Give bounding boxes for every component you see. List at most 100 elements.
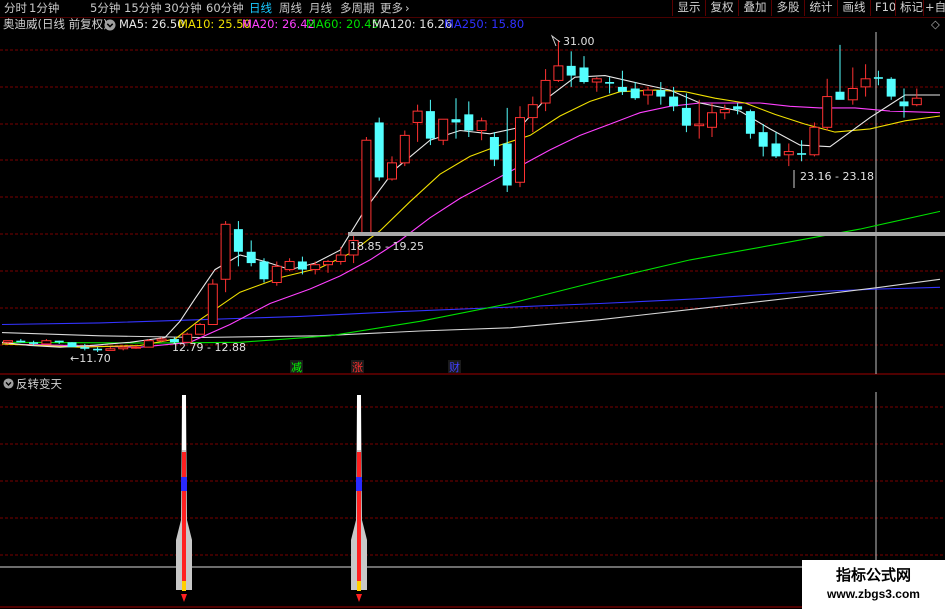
- ma20-label: MA20: 26.42: [242, 17, 315, 31]
- candle-body-down: [797, 153, 807, 155]
- candle: [797, 140, 807, 162]
- period-tab-weekly[interactable]: 周线: [279, 1, 302, 16]
- statistics-button[interactable]: 统计: [804, 0, 837, 16]
- candle: [694, 99, 705, 139]
- candle-body-down: [899, 101, 909, 107]
- candle: [566, 51, 576, 87]
- candle-body-up: [809, 126, 820, 156]
- signal-spike: [351, 395, 367, 602]
- high-label: 31.00: [563, 35, 595, 48]
- candle-body-up: [847, 87, 858, 101]
- period-tab-5min[interactable]: 5分钟: [90, 1, 120, 16]
- candle-body-down: [259, 261, 269, 280]
- candle-body-down: [502, 143, 512, 186]
- candle: [361, 136, 372, 235]
- candle-body-down: [656, 90, 666, 97]
- collapse-icon[interactable]: [104, 17, 116, 35]
- candle: [271, 261, 282, 286]
- diamond-icon[interactable]: ◇: [931, 17, 940, 32]
- candle: [886, 77, 896, 100]
- ma20-line: [1, 102, 941, 348]
- candle: [758, 124, 768, 157]
- chevron-right-icon[interactable]: ›: [405, 1, 410, 16]
- ma250-line: [1, 286, 941, 326]
- candle: [464, 101, 474, 137]
- multi-stock-button[interactable]: 多股: [771, 0, 804, 16]
- event-marker-2: 财: [449, 360, 460, 374]
- candle-body-down: [233, 229, 243, 252]
- candle: [745, 109, 755, 139]
- candle: [873, 70, 883, 86]
- event-marker-bg: [351, 360, 364, 373]
- circle-chevron-icon[interactable]: [3, 378, 14, 389]
- candle: [783, 143, 794, 167]
- period-toolbar: 分时 1分钟 5分钟 15分钟 30分钟 60分钟 日线 周线 月线 多周期 更…: [0, 0, 945, 18]
- circle-chevron-icon: [104, 19, 116, 31]
- candle: [540, 69, 551, 112]
- period-tab-15min[interactable]: 15分钟: [124, 1, 162, 16]
- candle-body-up: [105, 348, 116, 351]
- candle-body-down: [771, 143, 781, 157]
- period-tab-1min[interactable]: 1分钟: [29, 1, 59, 16]
- candle-body-up: [361, 139, 372, 235]
- watermark-title: 指标公式网: [835, 566, 911, 584]
- candle-body-up: [553, 65, 564, 81]
- candle-body-down: [169, 339, 179, 343]
- period-tab-60min[interactable]: 60分钟: [206, 1, 244, 16]
- candle-body-up: [822, 96, 833, 128]
- candle: [374, 117, 384, 181]
- spike-red-upper: [182, 452, 186, 477]
- candle-body-down: [425, 111, 435, 139]
- candle-body-down: [29, 342, 39, 344]
- period-tab-timeshare[interactable]: 分时: [4, 1, 27, 16]
- spike-blue: [181, 477, 187, 491]
- candle-body-down: [451, 119, 461, 123]
- period-tab-daily[interactable]: 日线: [249, 1, 272, 16]
- f10-button[interactable]: F10: [870, 0, 896, 16]
- spike-body: [351, 396, 367, 590]
- candle: [118, 345, 129, 351]
- spike-yellow: [182, 581, 186, 591]
- draw-line-button[interactable]: 画线: [837, 0, 870, 16]
- candle: [733, 103, 743, 115]
- candle: [438, 118, 449, 146]
- support-zone-bar: [348, 232, 945, 236]
- candle-body-up: [694, 123, 705, 127]
- candle: [502, 107, 512, 192]
- signal-spike: [176, 395, 192, 602]
- candle: [335, 246, 346, 265]
- chart-annotations: 31.00 18.85 - 19.25 23.16 - 23.18 12.79 - 1…: [70, 34, 945, 374]
- candle-body-down: [297, 261, 307, 270]
- zone-right-label: 23.16 - 23.18: [800, 170, 874, 183]
- display-button[interactable]: 显示: [672, 0, 705, 16]
- period-tab-30min[interactable]: 30分钟: [164, 1, 202, 16]
- candle: [41, 339, 52, 345]
- kline-chart: 31.00 18.85 - 19.25 23.16 - 23.18 12.79 - 1…: [0, 32, 945, 609]
- candle-body-up: [527, 104, 538, 119]
- ma60-line: [1, 210, 941, 344]
- period-tab-monthly[interactable]: 月线: [309, 1, 332, 16]
- period-tab-multi[interactable]: 多周期: [340, 1, 375, 16]
- period-tab-more[interactable]: 更多: [380, 1, 403, 16]
- overlay-button[interactable]: 叠加: [738, 0, 771, 16]
- candle-body-up: [719, 109, 730, 114]
- add-self-button[interactable]: +自: [923, 0, 945, 16]
- event-marker-bg: [290, 360, 303, 373]
- candle-body-down: [54, 340, 64, 343]
- ma5-label: MA5: 26.50: [119, 17, 185, 31]
- ma120-line: [1, 278, 941, 339]
- adjust-button[interactable]: 复权: [705, 0, 738, 16]
- watermark-url: www.zbgs3.com: [827, 587, 920, 601]
- candle: [54, 340, 64, 344]
- candle-body-down: [886, 78, 896, 97]
- spike-white: [182, 395, 186, 450]
- candle-body-up: [860, 78, 871, 88]
- candle-body-down: [80, 347, 90, 349]
- watermark-logo: 指标公式网 www.zbgs3.com: [802, 560, 945, 609]
- candle-body-down: [579, 67, 589, 83]
- candle: [630, 82, 640, 100]
- candle: [16, 339, 26, 343]
- mark-button[interactable]: 标记: [895, 0, 923, 16]
- candle: [29, 340, 39, 346]
- candle: [809, 122, 820, 157]
